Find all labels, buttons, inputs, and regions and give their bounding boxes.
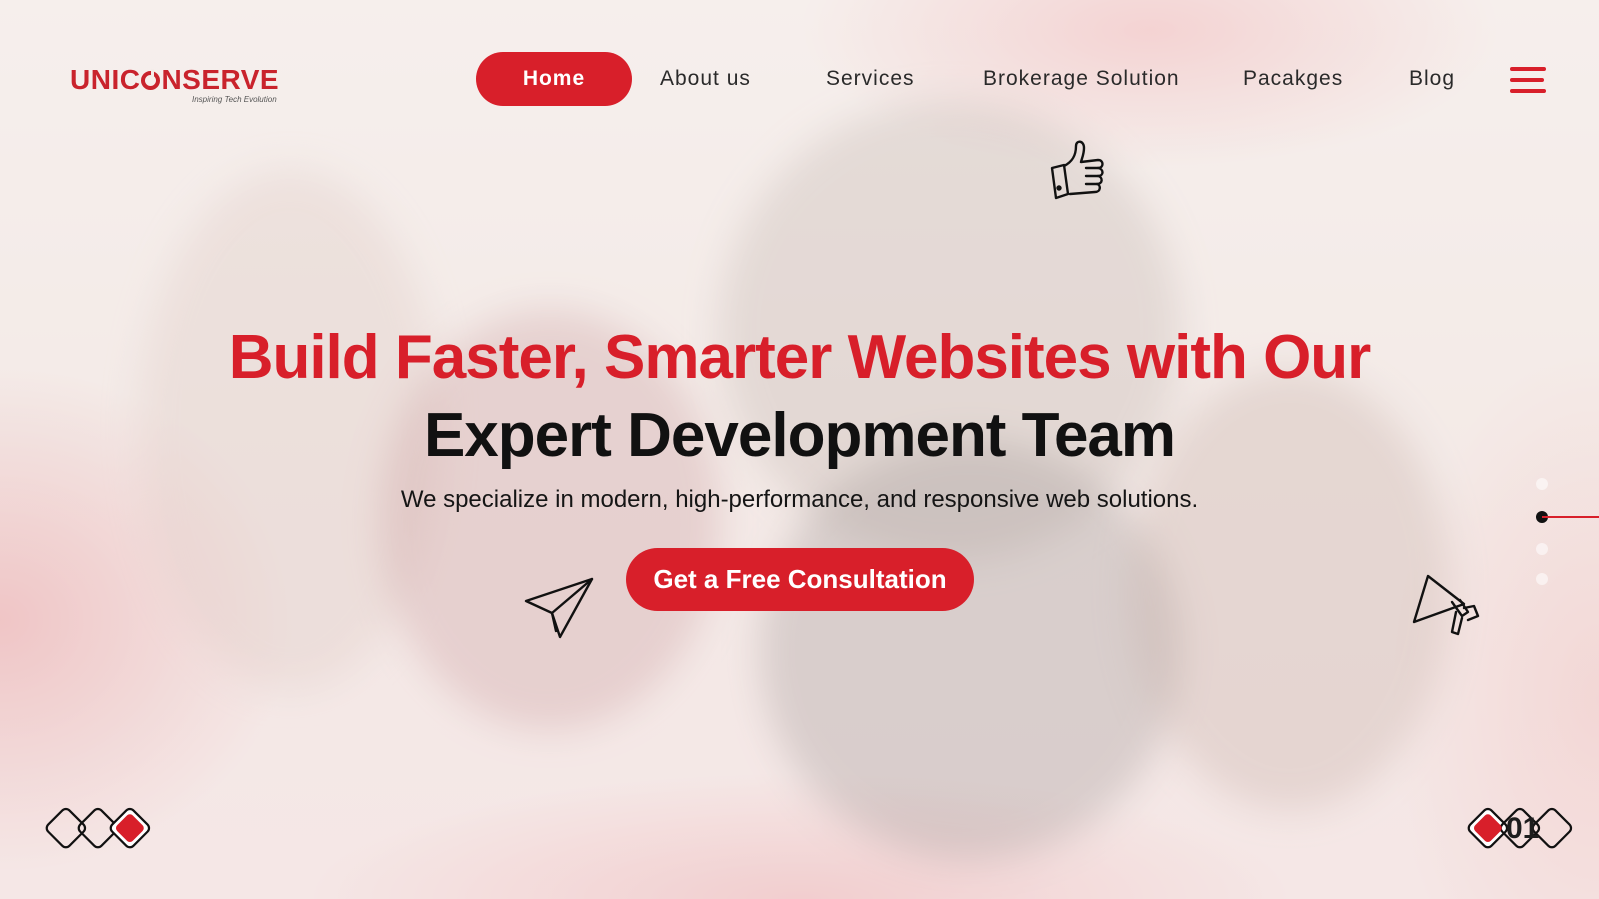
nav-item-home[interactable]: Home: [476, 52, 632, 106]
free-consultation-button[interactable]: Get a Free Consultation: [626, 548, 974, 611]
brand-logo[interactable]: UNIC NSERVE Inspiring Tech Evolution: [70, 64, 280, 105]
hero-subheadline: We specialize in modern, high-performanc…: [400, 486, 1199, 513]
slider-dot[interactable]: [1536, 543, 1548, 555]
hero-headline-line2: Expert Development Team: [423, 401, 1176, 470]
hero-headline-line1: Build Faster, Smarter Websites with Our: [228, 323, 1372, 392]
nav-item-brokerage-solution[interactable]: Brokerage Solution: [983, 52, 1180, 106]
brand-tagline: Inspiring Tech Evolution: [192, 95, 277, 104]
slide-counter: 01: [1506, 812, 1540, 845]
brand-wordmark: UNIC NSERVE: [70, 64, 280, 95]
slider-dot-active[interactable]: [1533, 508, 1599, 526]
slider-dot[interactable]: [1536, 573, 1548, 585]
hamburger-menu-icon[interactable]: [1510, 67, 1546, 93]
slider-dot[interactable]: [1536, 478, 1548, 490]
prev-slide-diamonds-icon[interactable]: [44, 802, 160, 856]
megaphone-icon: [1412, 574, 1480, 636]
nav-item-blog[interactable]: Blog: [1409, 52, 1455, 106]
logo-power-icon: [141, 69, 161, 90]
paper-plane-icon: [524, 577, 594, 639]
thumbs-up-icon: [1050, 140, 1104, 200]
nav-item-services[interactable]: Services: [826, 52, 915, 106]
nav-item-about-us[interactable]: About us: [660, 52, 751, 106]
nav-item-packages[interactable]: Pacakges: [1243, 52, 1343, 106]
